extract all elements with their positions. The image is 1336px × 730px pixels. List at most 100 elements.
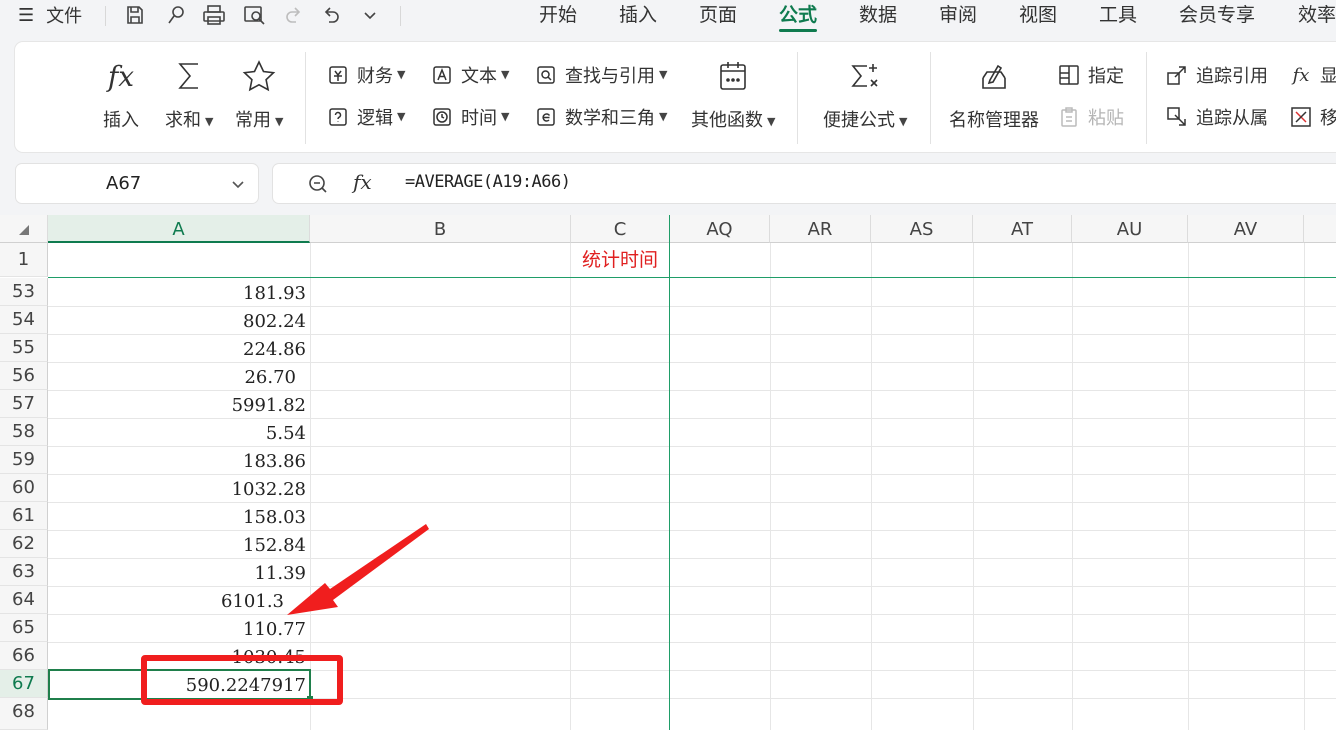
caret-down-icon: ▼ <box>659 67 668 81</box>
caret-down-icon: ▼ <box>397 67 406 81</box>
show-formula-button[interactable]: fx 显 <box>1290 62 1336 88</box>
sum-label: 求和 <box>165 110 201 131</box>
assign-icon <box>1058 64 1080 86</box>
print-icon[interactable] <box>200 0 228 30</box>
tab-view[interactable]: 视图 <box>1019 0 1057 32</box>
math-button[interactable]: 数学和三角 ▼ <box>535 104 667 130</box>
tab-member[interactable]: 会员专享 <box>1179 0 1255 32</box>
logic-icon <box>327 106 349 128</box>
lookup-label: 查找与引用 <box>565 66 655 87</box>
menu-bar: ☰ 文件 开始 插入 页面 公式 数据 审阅 视图 工具 会员专享 效率 <box>0 0 1336 32</box>
redo-icon[interactable] <box>282 0 306 30</box>
assign-button[interactable]: 指定 <box>1058 62 1124 88</box>
red-arrow-annotation <box>287 524 429 615</box>
paste-label: 粘贴 <box>1088 108 1124 129</box>
tab-start[interactable]: 开始 <box>539 0 577 32</box>
name-manager-icon <box>978 56 1010 96</box>
trace-precedents-label: 追踪引用 <box>1196 66 1268 87</box>
file-menu[interactable]: ☰ 文件 <box>18 0 98 30</box>
sigma-icon <box>174 56 204 96</box>
insert-function-label: 插入 <box>103 110 139 131</box>
star-icon <box>242 56 276 96</box>
math-label: 数学和三角 <box>565 108 655 129</box>
text-label: 文本 <box>461 66 497 87</box>
caret-down-icon: ▼ <box>659 109 668 123</box>
common-functions-button[interactable]: 常用 ▼ <box>235 56 283 132</box>
other-functions-button[interactable]: 其他函数 ▼ <box>691 56 775 132</box>
divider <box>930 52 931 144</box>
remove-arrows-button[interactable]: 移 <box>1290 104 1336 130</box>
tab-efficiency[interactable]: 效率 <box>1298 0 1336 32</box>
tab-page[interactable]: 页面 <box>699 0 737 32</box>
math-icon <box>535 106 557 128</box>
finance-icon <box>327 64 349 86</box>
name-manager-button[interactable]: 名称管理器 <box>949 56 1039 132</box>
name-box-value: A67 <box>106 173 142 194</box>
divider <box>797 52 798 144</box>
fx-icon[interactable]: fx <box>353 170 372 194</box>
caret-down-icon: ▼ <box>501 67 510 81</box>
tab-tools[interactable]: 工具 <box>1099 0 1137 32</box>
show-formula-label: 显 <box>1320 66 1336 87</box>
divider <box>400 6 401 26</box>
trace-precedents-button[interactable]: 追踪引用 <box>1166 62 1268 88</box>
trace-dependents-label: 追踪从属 <box>1196 108 1268 129</box>
fx-icon: fx <box>107 59 135 93</box>
undo-icon[interactable] <box>319 0 343 30</box>
assign-label: 指定 <box>1088 66 1124 87</box>
chevron-down-icon[interactable] <box>359 0 381 30</box>
file-menu-label: 文件 <box>46 6 83 27</box>
sum-button[interactable]: 求和 ▼ <box>165 56 213 132</box>
divider <box>305 52 306 144</box>
tab-review[interactable]: 审阅 <box>939 0 977 32</box>
clock-icon <box>431 106 453 128</box>
time-label: 时间 <box>461 108 497 129</box>
logic-label: 逻辑 <box>357 108 393 129</box>
remove-arrows-label: 移 <box>1320 108 1336 129</box>
more-functions-icon <box>718 56 748 96</box>
name-manager-label: 名称管理器 <box>949 110 1039 131</box>
trace-dependents-icon <box>1166 106 1188 128</box>
quick-formula-label: 便捷公式 <box>823 110 895 131</box>
quick-formula-icon <box>847 56 883 96</box>
print-preview-icon[interactable] <box>241 0 269 30</box>
show-formula-icon: fx <box>1292 64 1310 86</box>
tab-formula[interactable]: 公式 <box>779 0 818 32</box>
caret-down-icon: ▼ <box>275 115 284 128</box>
hamburger-icon: ☰ <box>18 4 35 26</box>
name-box[interactable]: A67 <box>16 164 258 203</box>
common-label: 常用 <box>235 110 271 131</box>
share-icon[interactable] <box>163 0 189 30</box>
tab-data[interactable]: 数据 <box>859 0 897 32</box>
finance-label: 财务 <box>357 66 393 87</box>
caret-down-icon: ▼ <box>397 109 406 123</box>
formula-input[interactable]: =AVERAGE(A19:A66) <box>405 172 571 192</box>
text-functions-button[interactable]: 文本 ▼ <box>431 62 509 88</box>
lookup-button[interactable]: 查找与引用 ▼ <box>535 62 667 88</box>
trace-precedents-icon <box>1166 64 1188 86</box>
finance-button[interactable]: 财务 ▼ <box>327 62 405 88</box>
spreadsheet-grid: A B C AQ AR AS AT AU AV 1 统计时间 53 181.93… <box>0 215 1336 730</box>
paste-icon <box>1058 106 1080 128</box>
divider <box>105 6 106 26</box>
ribbon: fx 插入 求和 ▼ 常用 ▼ 财务 ▼ 逻辑 ▼ 文本 ▼ 时间 ▼ 查找与引用 ▼ 数学和 <box>15 42 1336 152</box>
caret-down-icon: ▼ <box>501 109 510 123</box>
insert-function-button[interactable]: fx 插入 <box>103 56 139 132</box>
lookup-icon <box>535 64 557 86</box>
text-icon <box>431 64 453 86</box>
divider <box>1146 52 1147 144</box>
paste-button[interactable]: 粘贴 <box>1058 104 1124 130</box>
time-functions-button[interactable]: 时间 ▼ <box>431 104 509 130</box>
caret-down-icon: ▼ <box>899 115 908 128</box>
logic-button[interactable]: 逻辑 ▼ <box>327 104 405 130</box>
trace-dependents-button[interactable]: 追踪从属 <box>1166 104 1268 130</box>
formula-bar[interactable]: fx =AVERAGE(A19:A66) <box>273 164 1336 203</box>
caret-down-icon: ▼ <box>205 115 214 128</box>
remove-arrows-icon <box>1290 106 1312 128</box>
zoom-icon[interactable] <box>307 173 329 199</box>
other-functions-label: 其他函数 <box>691 110 763 131</box>
save-icon[interactable] <box>122 0 148 30</box>
tab-insert[interactable]: 插入 <box>619 0 657 32</box>
chevron-down-icon[interactable] <box>230 176 246 196</box>
quick-formula-button[interactable]: 便捷公式 ▼ <box>823 56 907 132</box>
